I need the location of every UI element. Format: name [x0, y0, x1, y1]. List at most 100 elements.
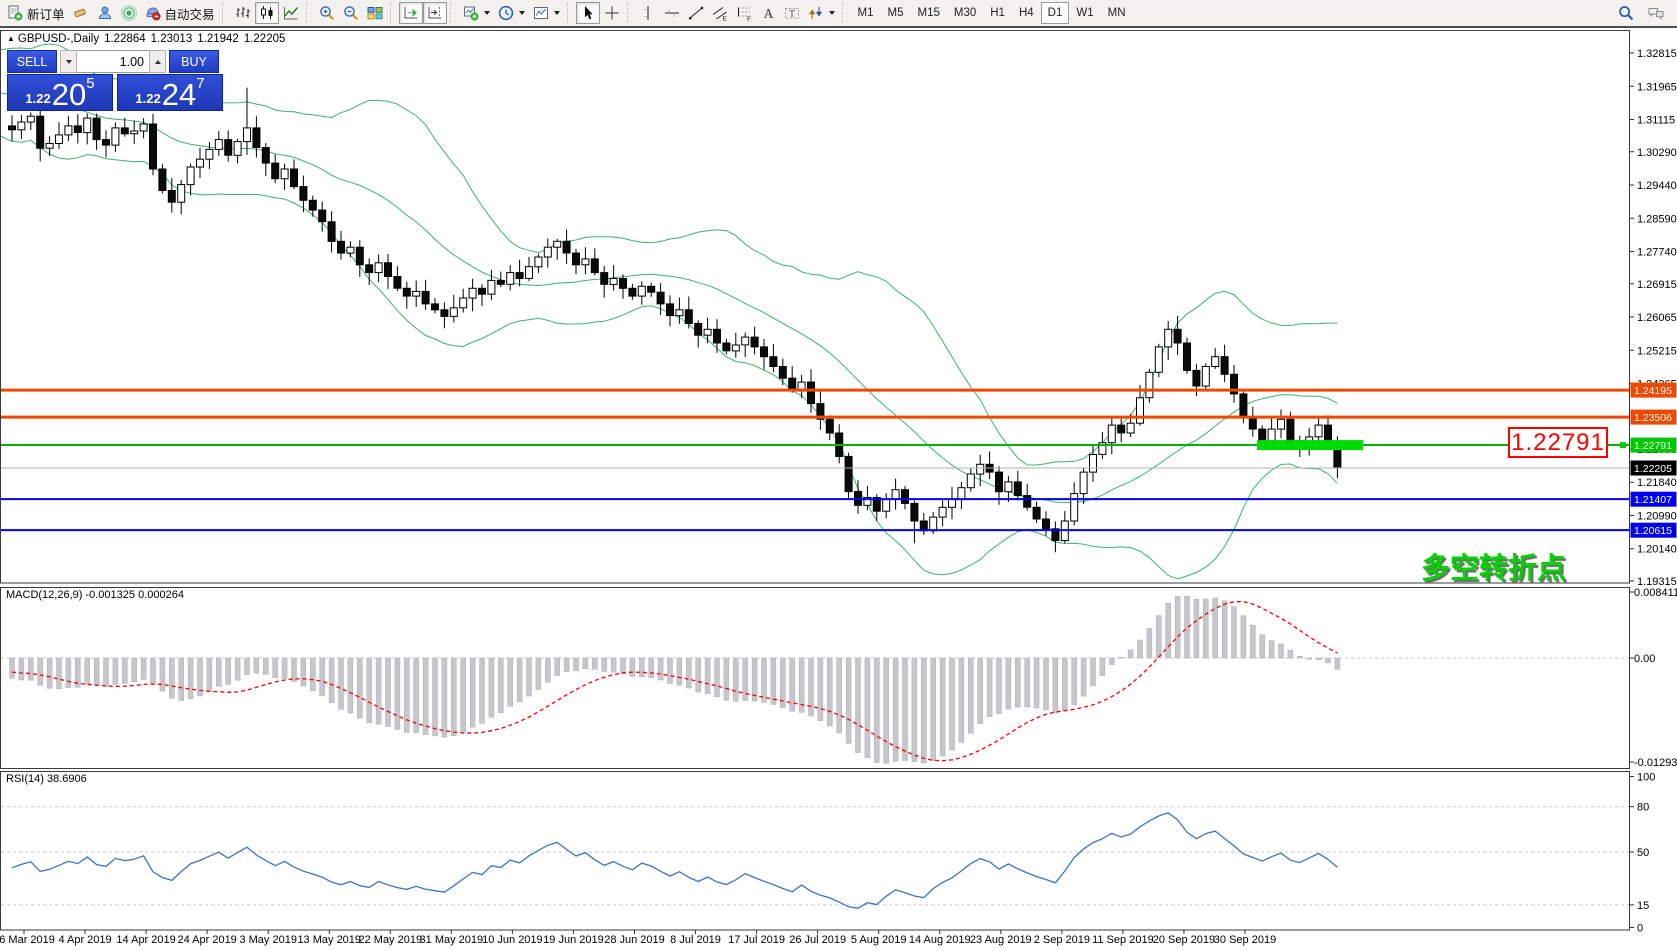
draw-label-button[interactable]: T	[780, 2, 804, 24]
candle-body	[1024, 496, 1031, 508]
macd-histogram-bar	[837, 658, 842, 733]
tile-windows-button[interactable]	[363, 2, 387, 24]
zoom-in-button[interactable]	[315, 2, 339, 24]
rsi-header: RSI(14) 38.6906	[6, 773, 87, 785]
draw-fibonacci-button[interactable]: F	[732, 2, 756, 24]
textA-icon: A	[760, 5, 776, 21]
price-tick-label: 1.31965	[1637, 81, 1677, 93]
macd-histogram-bar	[658, 658, 663, 680]
candle-body	[883, 500, 890, 512]
volume-increase-button[interactable]	[149, 50, 166, 73]
sell-button[interactable]: SELL	[7, 50, 57, 73]
candle-body	[1146, 372, 1153, 397]
candle-body	[375, 263, 382, 273]
alerts-button[interactable]	[117, 2, 141, 24]
timeframe-m15-button[interactable]: M15	[911, 2, 947, 24]
cursor-button[interactable]	[576, 2, 600, 24]
draw-channel-button[interactable]: E	[708, 2, 732, 24]
draw-text-button[interactable]: A	[756, 2, 780, 24]
tile-icon	[367, 5, 383, 21]
candle-body	[638, 286, 645, 296]
search-button[interactable]	[1614, 2, 1638, 24]
candle-chart-button[interactable]	[255, 2, 279, 24]
macd-histogram-bar	[310, 658, 315, 691]
macd-histogram-bar	[1166, 603, 1171, 658]
timeframe-m1-button[interactable]: M1	[851, 2, 881, 24]
support-highlight-bar[interactable]	[1257, 440, 1363, 450]
toolbar-separator	[567, 3, 573, 23]
draw-shapes-button[interactable]	[804, 2, 839, 24]
timeframe-m5-button[interactable]: M5	[881, 2, 911, 24]
ask-price[interactable]: 1.22247	[117, 74, 223, 111]
macd-histogram-bar	[245, 658, 250, 675]
macd-histogram-bar	[865, 658, 870, 758]
timeframe-w1-button[interactable]: W1	[1069, 2, 1100, 24]
period-selector-button[interactable]	[494, 2, 529, 24]
draw-trendline-button[interactable]	[684, 2, 708, 24]
candle-body	[789, 378, 796, 390]
collapse-arrow-icon[interactable]: ▲	[7, 34, 15, 43]
crosshair-button[interactable]	[600, 2, 624, 24]
timeframe-d1-button[interactable]: D1	[1041, 2, 1070, 24]
auto-trading-button[interactable]: 自动交易	[141, 2, 219, 24]
toolbar-separator	[222, 3, 228, 23]
candle-body	[1155, 347, 1162, 372]
profiles-button[interactable]	[93, 2, 117, 24]
macd-histogram-bar	[38, 658, 43, 685]
eraser-button[interactable]	[69, 2, 93, 24]
macd-histogram-bar	[489, 658, 494, 717]
price-tag-1.24195-label: 1.24195	[1634, 385, 1672, 397]
macd-histogram-bar	[1269, 641, 1274, 658]
candle-body	[535, 257, 542, 267]
price-annotation-box[interactable]: 1.22791	[1508, 427, 1608, 458]
date-label: 31 May 2019	[420, 934, 484, 946]
candle-body	[253, 128, 260, 148]
timeframe-h4-button[interactable]: H4	[1012, 2, 1041, 24]
macd-histogram-bar	[19, 658, 24, 680]
chat-button[interactable]	[1644, 2, 1668, 24]
zoom-out-icon	[343, 5, 359, 21]
macd-histogram-bar	[57, 658, 62, 689]
date-label: 11 Sep 2019	[1092, 934, 1154, 946]
macd-histogram-bar	[583, 658, 588, 669]
zoom-out-button[interactable]	[339, 2, 363, 24]
macd-histogram-bar	[179, 658, 184, 701]
date-label: 26 Jul 2019	[789, 934, 846, 946]
macd-histogram-bar	[301, 658, 306, 686]
macd-histogram-bar	[1081, 658, 1086, 696]
macd-histogram-bar	[282, 658, 287, 678]
line-anchor-handle[interactable]	[1620, 442, 1626, 448]
date-label: 26 Mar 2019	[0, 934, 55, 946]
macd-histogram-bar	[1260, 635, 1265, 658]
macd-histogram-bar	[1175, 596, 1180, 658]
bid-price[interactable]: 1.22205	[7, 74, 113, 111]
macd-histogram-bar	[433, 658, 438, 736]
chart-shift-button[interactable]	[423, 2, 447, 24]
rsi-axis-label: 15	[1637, 900, 1649, 912]
candle-body	[939, 507, 946, 517]
auto-scroll-button[interactable]	[399, 2, 423, 24]
macd-histogram-bar	[602, 658, 607, 671]
buy-button[interactable]: BUY	[169, 50, 219, 73]
rsi-panel	[1, 772, 1630, 931]
new-chart-button[interactable]	[459, 2, 494, 24]
timeframe-m30-button[interactable]: M30	[947, 2, 983, 24]
chinese-note-text[interactable]: 多空转折点	[1421, 545, 1566, 587]
price-tag-1.22791-label: 1.22791	[1634, 440, 1672, 452]
volume-input[interactable]	[77, 50, 149, 73]
macd-histogram-bar	[1203, 599, 1208, 658]
candle-body	[9, 126, 16, 130]
candle-body	[723, 343, 730, 351]
line-chart-button[interactable]	[279, 2, 303, 24]
draw-vline-button[interactable]	[636, 2, 660, 24]
bar-chart-button[interactable]	[231, 2, 255, 24]
volume-decrease-button[interactable]	[60, 50, 77, 73]
timeframe-mn-button[interactable]: MN	[1101, 2, 1133, 24]
ask-big: 24	[162, 82, 196, 108]
macd-histogram-bar	[461, 658, 466, 732]
timeframe-h1-button[interactable]: H1	[983, 2, 1012, 24]
macd-histogram-bar	[235, 658, 240, 680]
templates-button[interactable]	[529, 2, 564, 24]
new-order-button[interactable]: 新订单	[3, 2, 69, 24]
draw-hline-button[interactable]	[660, 2, 684, 24]
